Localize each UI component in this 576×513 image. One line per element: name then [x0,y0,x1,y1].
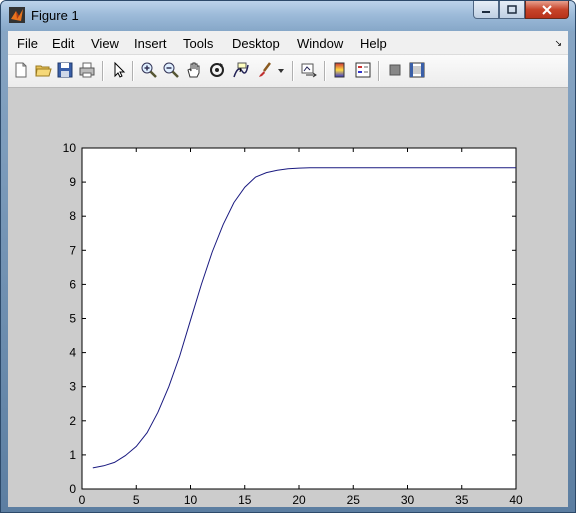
minimize-button[interactable] [473,1,499,19]
y-tick-label: 10 [63,141,77,155]
y-tick-label: 2 [69,414,76,428]
menu-edit[interactable]: Edit [52,36,74,51]
axes-box [81,147,517,490]
x-tick-label: 35 [455,493,469,507]
menu-window[interactable]: Window [297,36,343,51]
plot-svg[interactable]: 0 5 10 15 20 25 30 35 40 0 1 2 3 4 5 6 7 8 9 10 [8,88,568,507]
legend-icon[interactable] [354,61,372,79]
minimize-icon [482,10,490,13]
data-cursor-icon[interactable] [232,61,250,79]
figure-toolbar [8,55,568,88]
maximize-icon [507,5,517,14]
figure-window: Figure 1 File Edit View Insert Tools Des… [0,0,576,513]
close-button[interactable] [525,1,569,19]
toolbar-separator [102,61,104,81]
new-figure-icon[interactable] [12,61,30,79]
close-icon [542,4,552,15]
y-tick-label: 8 [69,209,76,223]
dock-arrow-icon[interactable]: ↘ [554,38,562,49]
window-controls [473,1,569,21]
x-tick-label: 0 [79,493,86,507]
zoom-in-icon[interactable] [140,61,158,79]
x-tick-label: 15 [238,493,252,507]
save-icon[interactable] [56,61,74,79]
matlab-app-icon [9,7,25,23]
show-plot-tools-icon[interactable] [408,61,426,79]
x-tick-label: 5 [133,493,140,507]
rotate-3d-icon[interactable] [208,61,226,79]
menu-file[interactable]: File [17,36,38,51]
menu-help[interactable]: Help [360,36,387,51]
y-tick-label: 5 [69,312,76,326]
y-tick-label: 9 [69,175,76,189]
x-tick-label: 10 [184,493,198,507]
brush-dropdown-icon[interactable] [276,61,286,79]
toolbar-separator [378,61,380,81]
y-tick-label: 0 [69,482,76,496]
y-tick-label: 4 [69,346,76,360]
menu-view[interactable]: View [91,36,119,51]
toolbar-separator [324,61,326,81]
menu-insert[interactable]: Insert [134,36,167,51]
y-tick-label: 6 [69,277,76,291]
link-plot-icon[interactable] [300,61,318,79]
figure-client-area: File Edit View Insert Tools Desktop Wind… [8,31,568,507]
edit-plot-icon[interactable] [110,61,128,79]
x-tick-label: 25 [347,493,361,507]
x-tick-label: 30 [401,493,415,507]
menu-bar: File Edit View Insert Tools Desktop Wind… [8,31,568,55]
maximize-button[interactable] [499,1,525,19]
menu-tools[interactable]: Tools [183,36,213,51]
open-file-icon[interactable] [34,61,52,79]
pan-icon[interactable] [185,61,203,79]
window-title: Figure 1 [31,8,79,23]
colorbar-icon[interactable] [331,61,349,79]
brush-icon[interactable] [256,61,274,79]
y-tick-label: 7 [69,243,76,257]
y-tick-label: 1 [69,448,76,462]
print-icon[interactable] [78,61,96,79]
menu-desktop[interactable]: Desktop [232,36,280,51]
figure-canvas: 0 5 10 15 20 25 30 35 40 0 1 2 3 4 5 6 7 8 9 10 [8,88,568,507]
zoom-out-icon[interactable] [162,61,180,79]
y-tick-label: 3 [69,380,76,394]
toolbar-separator [132,61,134,81]
hide-plot-tools-icon[interactable] [386,61,404,79]
x-tick-label: 40 [509,493,523,507]
title-bar[interactable]: Figure 1 [1,1,575,31]
toolbar-separator [292,61,294,81]
x-tick-label: 20 [292,493,306,507]
